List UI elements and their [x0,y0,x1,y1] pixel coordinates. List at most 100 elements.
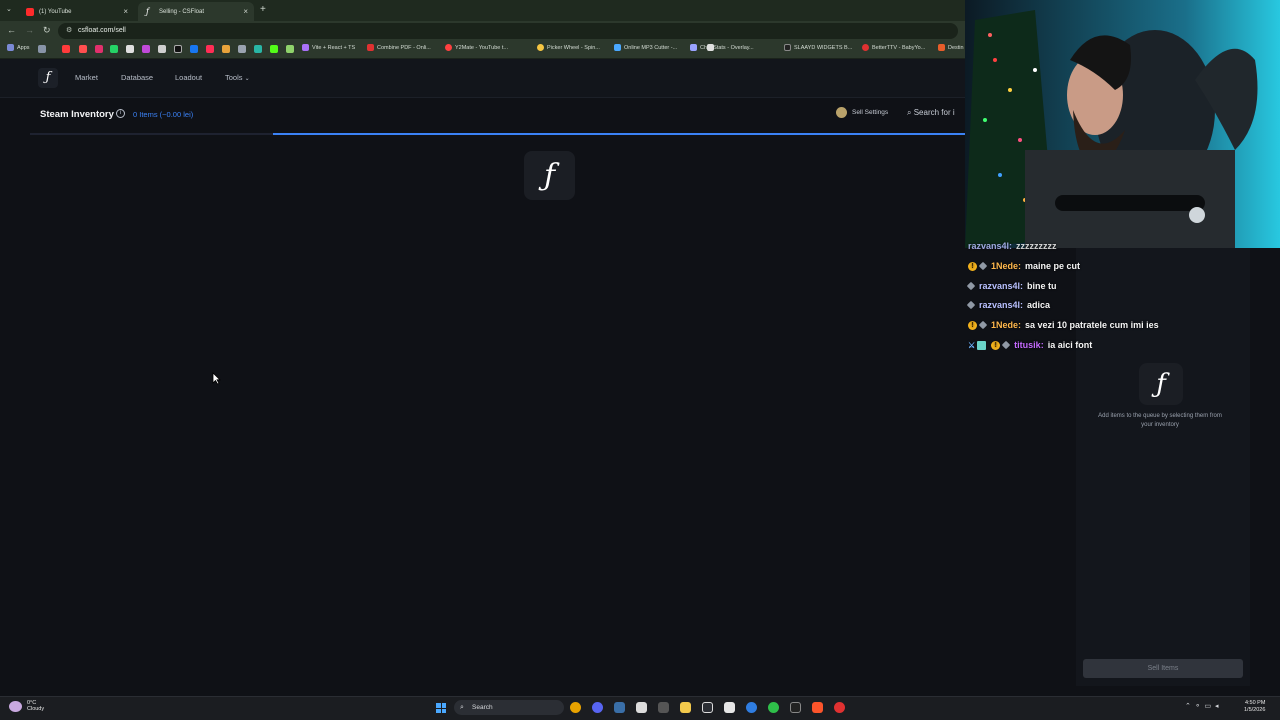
sell-settings-button[interactable]: Sell Settings [836,107,888,118]
weather-widget[interactable]: 0°C Cloudy [9,700,44,712]
system-tray[interactable]: ⌃ ⚬ ▭ ◂ [1185,702,1219,710]
nav-tools[interactable]: Tools ⌄ [225,73,250,82]
close-icon[interactable]: × [243,7,248,16]
bookmark-chat-stats[interactable]: Chat Stats - Overlay... [690,44,754,51]
reload-icon[interactable]: ↻ [43,25,51,36]
chevron-down-icon: ⌄ [244,76,250,82]
chrome-icon[interactable] [570,702,581,713]
app-icon[interactable] [724,702,735,713]
file-explorer-icon[interactable] [680,702,691,713]
steam-icon[interactable] [614,702,625,713]
nav-market[interactable]: Market [75,73,98,82]
app-icon[interactable] [834,702,845,713]
kick-icon[interactable] [270,45,278,53]
chat-username: razvans4l: [968,241,1013,251]
chat-username: razvans4l: [979,281,1024,291]
sword-badge-icon: ⚔ [968,340,976,350]
url-text[interactable]: csfloat.com/sell [78,27,126,34]
back-icon[interactable]: ← [7,25,16,35]
bookmark-vite[interactable]: Vite + React + TS [302,44,355,51]
bookmark-chat-stats-2[interactable]: Chat Stats - Overlay... [707,44,717,51]
chat-message: razvans4l: zzzzzzzzz [968,241,1057,251]
nav-loadout[interactable]: Loadout [175,73,202,82]
new-tab-button[interactable]: + [260,4,266,15]
app-icon[interactable] [142,45,150,53]
chat-message: ! 1Nede: sa vezi 10 patratele cum imi ie… [968,320,1159,330]
pinterest-icon[interactable] [79,45,87,53]
chat-username: 1Nede: [991,320,1022,330]
chat-message: razvans4l: adica [966,300,1051,310]
info-icon[interactable]: i [116,109,125,118]
bookmark-slaayd[interactable]: SLAAYD WIDGETS B... [784,44,852,51]
app-icon[interactable] [206,45,214,53]
app-icon[interactable] [746,702,757,713]
bookmark-y2mate[interactable]: Y2Mate - YouTube t... [445,44,508,51]
settings-coin-icon [836,107,847,118]
facebook-icon[interactable] [190,45,198,53]
nav-database[interactable]: Database [121,73,153,82]
tab-csfloat[interactable]: ƒ Selling - CSFloat × [138,2,254,21]
chat-message: ! 1Nede: maine pe cut [968,261,1080,271]
bookmark-mp3-cutter[interactable]: Online MP3 Cutter -... [614,44,677,51]
bookmark-bettertv[interactable]: BetterTTV - BabyYo... [862,44,925,51]
notion-icon[interactable] [126,45,134,53]
webcam-overlay [965,0,1280,248]
chat-message: razvans4l: bine tu [966,281,1057,291]
bookmark-combine-pdf[interactable]: Combine PDF - Onli... [367,44,431,51]
chat-text: maine pe cut [1025,261,1081,271]
chat-text: bine tu [1027,281,1057,291]
app-icon[interactable] [286,45,294,53]
taskbar-search-input[interactable]: ⌕ Search [454,700,564,715]
search-icon: ⌕ [460,704,464,711]
forward-icon[interactable]: → [25,25,34,35]
app-icon[interactable] [636,702,647,713]
close-icon[interactable]: × [123,7,128,16]
address-bar[interactable] [58,23,958,39]
csfloat-icon: ƒ [146,6,149,16]
gift-badge-icon: ! [968,261,977,271]
tiktok-icon[interactable] [174,45,182,53]
site-info-icon[interactable]: ⚙ [66,26,72,34]
queue-logo: ƒ [1139,363,1183,405]
app-icon[interactable] [658,702,669,713]
chat-username: razvans4l: [979,300,1024,310]
bookmark-destin[interactable]: Destin [938,44,964,51]
instagram-icon[interactable] [95,45,103,53]
youtube-icon [26,7,34,16]
app-icon[interactable] [702,702,713,713]
csfloat-logo[interactable]: ƒ [38,68,58,88]
bookmark-picker-wheel[interactable]: Picker Wheel - Spin... [537,44,600,51]
grid-icon[interactable] [38,45,46,53]
inventory-search-input[interactable]: ⌕ Search for i [907,108,965,118]
cloud-icon [9,700,22,712]
chat-text: sa vezi 10 patratele cum imi ies [1025,320,1159,330]
search-icon: ⌕ [907,108,912,117]
sub-badge-icon [966,300,976,310]
loading-logo: ƒ [524,151,575,200]
tab-title: (1) YouTube [39,8,72,15]
tab-search-icon[interactable]: ⌄ [6,5,12,13]
clock-date: 1/5/2026 [1244,707,1266,713]
xbox-icon[interactable] [768,702,779,713]
chat-username: titusik: [1014,340,1044,350]
loading-progress-bar [273,133,965,135]
chat-text: zzzzzzzzz [1016,241,1057,251]
sell-items-button[interactable]: Sell Items [1083,659,1243,678]
chat-text: adica [1027,300,1051,310]
youtube-icon[interactable] [62,45,70,53]
queue-empty-hint: Add items to the queue by selecting them… [1098,413,1222,428]
x-icon[interactable] [158,45,166,53]
brave-icon[interactable] [812,702,823,713]
chat-text: ia aici font [1047,340,1093,350]
whatsapp-icon[interactable] [110,45,118,53]
app-icon[interactable] [790,702,801,713]
app-icon[interactable] [254,45,262,53]
sub-badge-icon [978,320,988,330]
bookmark-apps[interactable]: Apps [7,44,30,51]
windows-start-icon[interactable] [436,703,446,713]
clock[interactable]: 4:50 PM 1/5/2026 [1244,700,1265,714]
discord-icon[interactable] [592,702,603,713]
tab-youtube[interactable]: (1) YouTube × [18,2,134,21]
app-icon[interactable] [222,45,230,53]
app-icon[interactable] [238,45,246,53]
